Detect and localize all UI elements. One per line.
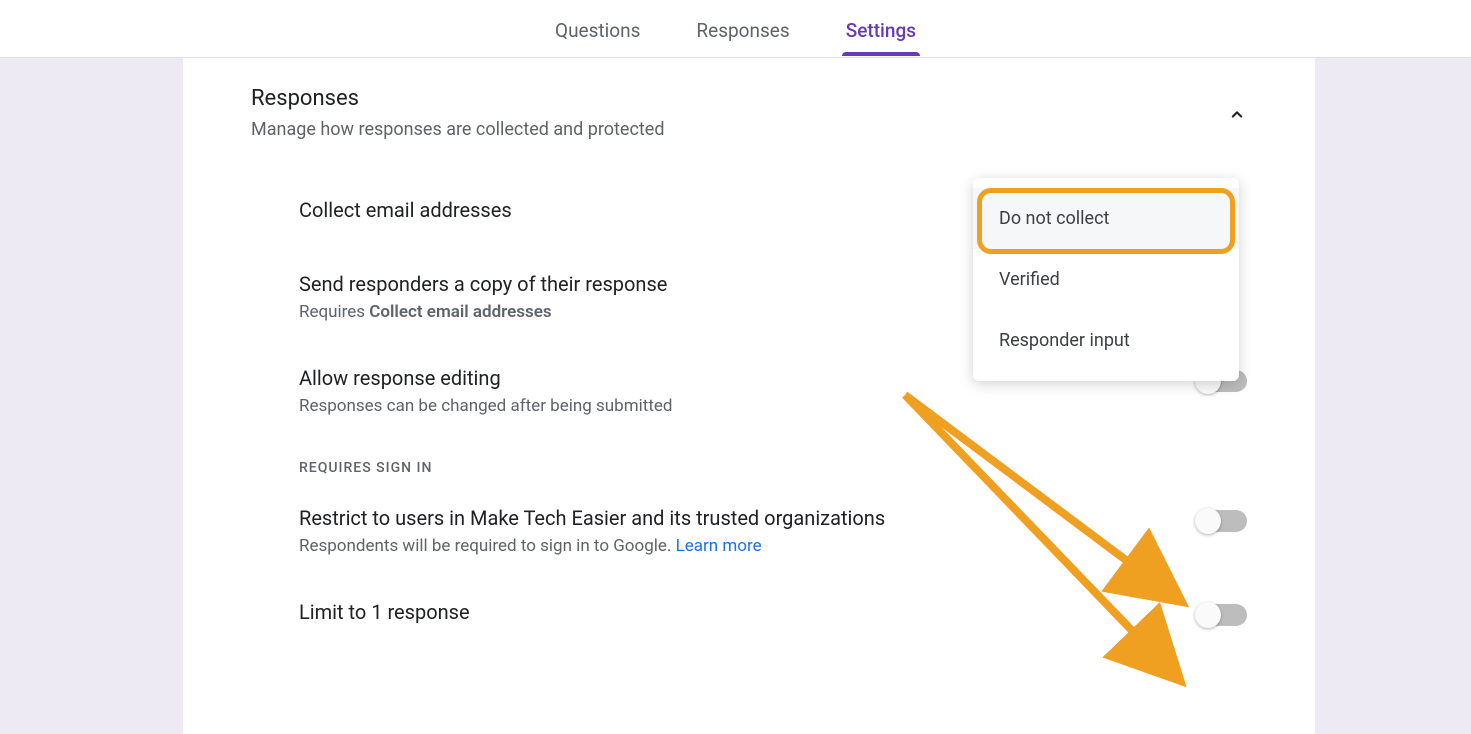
toggle-limit-response[interactable] bbox=[1199, 604, 1247, 626]
section-description: Manage how responses are collected and p… bbox=[251, 119, 664, 140]
section-title: Responses bbox=[251, 86, 664, 111]
setting-label: Limit to 1 response bbox=[299, 600, 1159, 624]
dropdown-option-responder-input[interactable]: Responder input bbox=[973, 310, 1239, 371]
tab-questions[interactable]: Questions bbox=[551, 3, 644, 54]
setting-subtext: Responses can be changed after being sub… bbox=[299, 396, 1159, 416]
tabs: Questions Responses Settings bbox=[551, 0, 920, 57]
tab-settings[interactable]: Settings bbox=[842, 3, 920, 54]
dropdown-option-verified[interactable]: Verified bbox=[973, 249, 1239, 310]
group-label-requires-signin: REQUIRES SIGN IN bbox=[299, 460, 1247, 476]
setting-restrict-users: Restrict to users in Make Tech Easier an… bbox=[299, 506, 1247, 556]
setting-subtext: Respondents will be required to sign in … bbox=[299, 536, 1159, 556]
tab-responses[interactable]: Responses bbox=[692, 3, 793, 54]
dropdown-option-do-not-collect[interactable]: Do not collect bbox=[973, 188, 1239, 249]
chevron-up-icon[interactable] bbox=[1227, 104, 1247, 124]
toggle-restrict-users[interactable] bbox=[1199, 510, 1247, 532]
collect-email-dropdown[interactable]: Do not collect Verified Responder input bbox=[973, 178, 1239, 381]
settings-panel: Responses Manage how responses are colle… bbox=[183, 58, 1315, 734]
setting-label: Restrict to users in Make Tech Easier an… bbox=[299, 506, 1159, 530]
section-header: Responses Manage how responses are colle… bbox=[251, 86, 1247, 140]
learn-more-link[interactable]: Learn more bbox=[676, 536, 762, 556]
top-bar: Questions Responses Settings bbox=[0, 0, 1471, 58]
setting-limit-response: Limit to 1 response bbox=[299, 600, 1247, 630]
